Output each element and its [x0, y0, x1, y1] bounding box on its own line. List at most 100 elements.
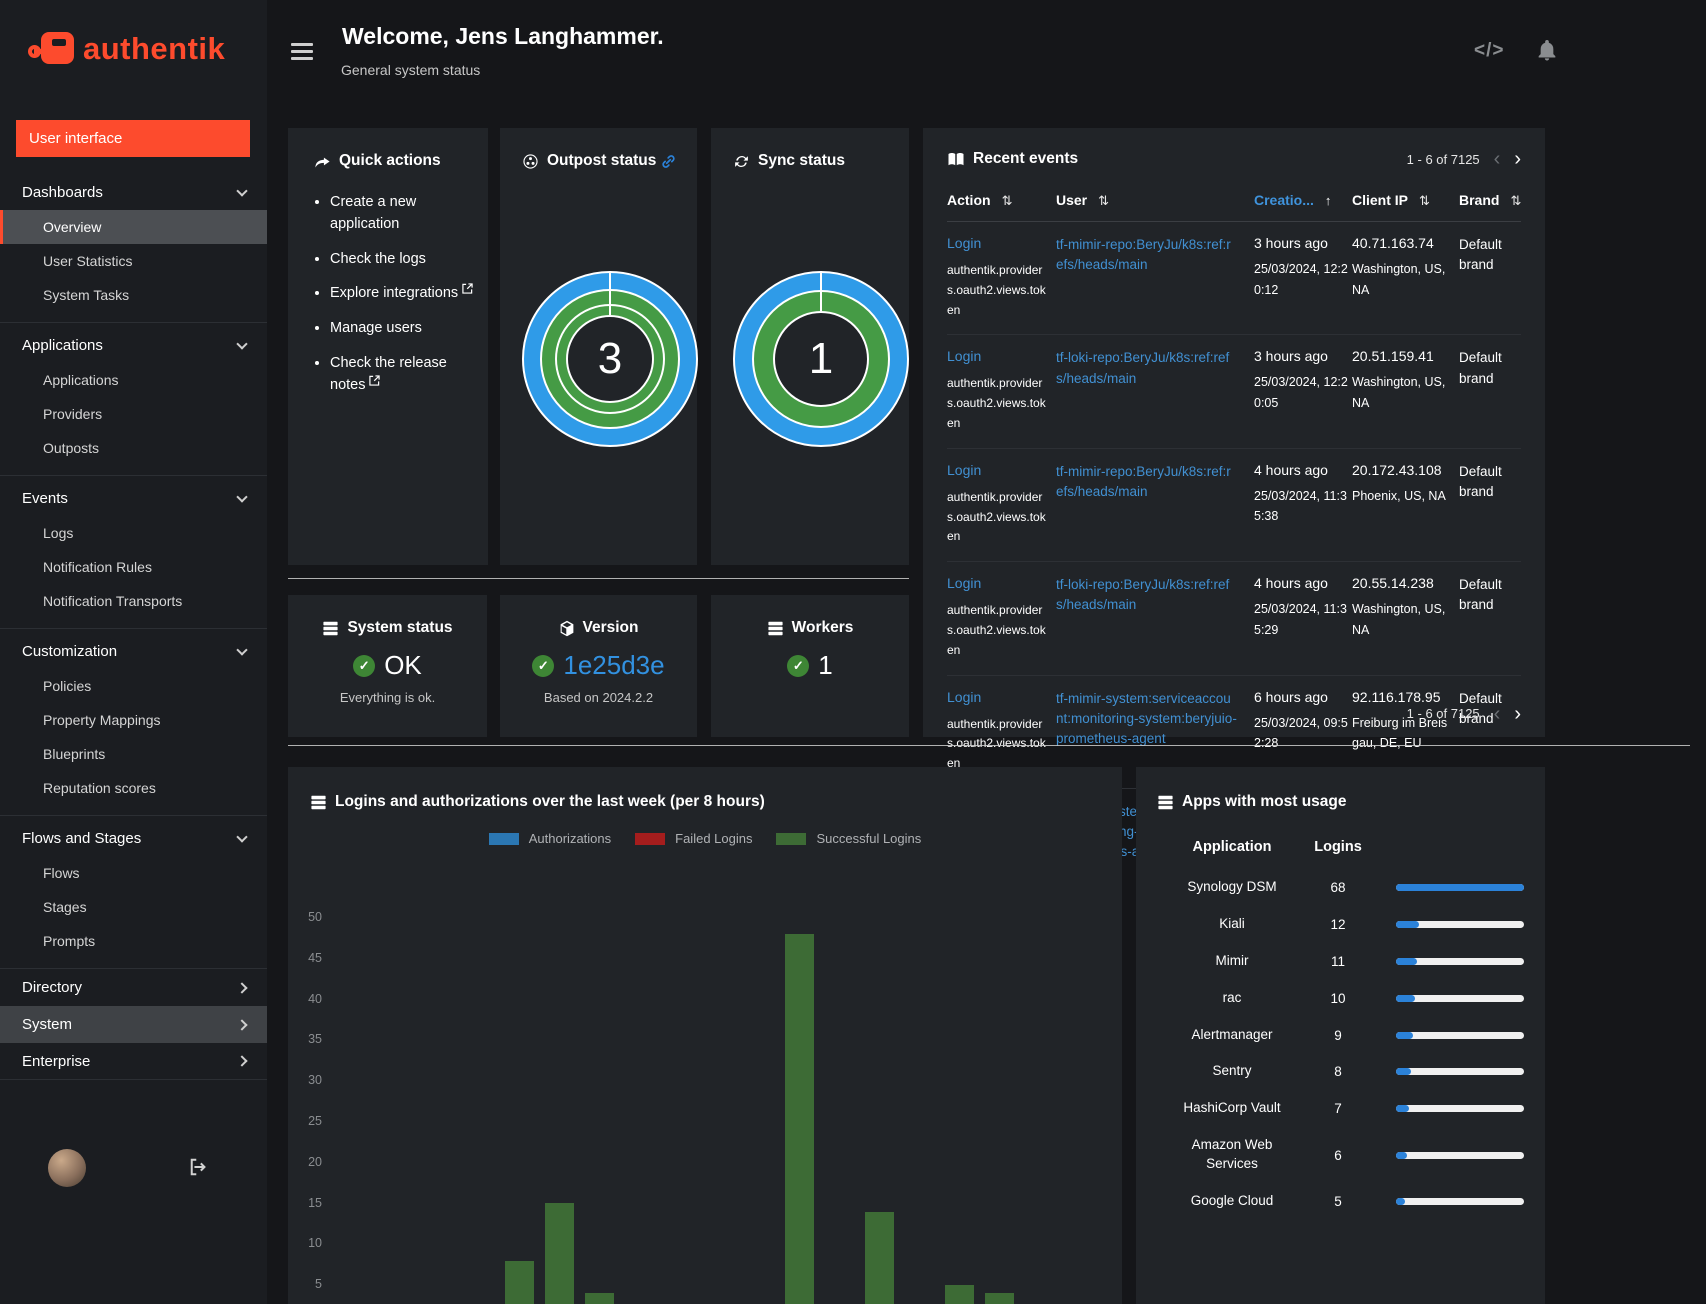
sidebar-section-directory[interactable]: Directory — [0, 969, 267, 1006]
y-axis-tick: 30 — [308, 1073, 322, 1088]
sidebar-item-notification-rules[interactable]: Notification Rules — [0, 550, 267, 584]
sidebar-section-system[interactable]: System — [0, 1006, 267, 1043]
event-action-link[interactable]: Login — [947, 235, 981, 251]
bundle-icon — [559, 620, 575, 637]
event-user-link[interactable]: tf-mimir-system:serviceaccount:monitorin… — [1056, 689, 1254, 750]
event-context: authentik.providers.oauth2.views.token — [947, 603, 1046, 657]
sidebar-item-outposts[interactable]: Outposts — [0, 431, 267, 465]
quick-action-create-a-new-application[interactable]: Create a new application — [330, 192, 474, 236]
event-age: 3 hours ago — [1254, 235, 1328, 251]
event-row: Login authentik.providers.oauth2.views.to… — [947, 562, 1521, 676]
app-usage-progressbar — [1396, 1151, 1524, 1159]
version-card: Version ✓ 1e25d3e Based on 2024.2.2 — [500, 595, 697, 737]
event-action-cell: Login authentik.providers.oauth2.views.to… — [947, 348, 1056, 433]
notifications-bell-icon[interactable] — [1537, 39, 1557, 61]
legend-label: Authorizations — [528, 831, 612, 846]
y-axis-tick: 35 — [308, 1032, 322, 1047]
quick-action-label: Check the release notes — [330, 354, 447, 393]
sidebar-item-reputation-scores[interactable]: Reputation scores — [0, 771, 267, 805]
event-user-link[interactable]: tf-loki-repo:BeryJu/k8s:ref:refs/heads/m… — [1056, 348, 1254, 389]
events-col-creatio[interactable]: Creatio... ↑ — [1254, 168, 1352, 222]
event-brand-cell: Default brand — [1459, 577, 1502, 613]
event-brand-cell: Default brand — [1459, 350, 1502, 386]
quick-actions-list: Create a new application Check the logs Ex… — [330, 192, 474, 396]
version-detail: Based on 2024.2.2 — [543, 690, 654, 705]
sidebar-section-enterprise[interactable]: Enterprise — [0, 1043, 267, 1080]
pagination-prev-icon[interactable]: ‹ — [1494, 149, 1501, 169]
sort-icon[interactable]: ⇅ — [1002, 193, 1013, 208]
sync-status-title: Sync status — [758, 152, 846, 169]
sidebar-item-prompts[interactable]: Prompts — [0, 924, 267, 958]
brand-name: authentik — [83, 31, 226, 66]
quick-action-check-the-release-notes[interactable]: Check the release notes — [330, 353, 474, 397]
sidebar-item-overview[interactable]: Overview — [0, 210, 267, 244]
sidebar-section-toggle-flows-and-stages[interactable]: Flows and Stages — [0, 820, 267, 856]
event-user-link[interactable]: tf-mimir-repo:BeryJu/k8s:ref:refs/heads/… — [1056, 462, 1254, 503]
quick-action-check-the-logs[interactable]: Check the logs — [330, 249, 474, 271]
event-geo: Washington, US, NA — [1352, 602, 1446, 637]
sidebar-item-policies[interactable]: Policies — [0, 669, 267, 703]
event-action-link[interactable]: Login — [947, 462, 981, 478]
sidebar-item-user-statistics[interactable]: User Statistics — [0, 244, 267, 278]
pagination-next-icon[interactable]: › — [1514, 704, 1521, 724]
event-geo: Washington, US, NA — [1352, 375, 1446, 411]
quick-action-label: Explore integrations — [330, 285, 459, 302]
chevron-right-icon — [236, 981, 248, 994]
event-timestamp: 25/03/2024, 11:35:29 — [1254, 602, 1347, 637]
event-action-link[interactable]: Login — [947, 689, 981, 705]
external-link-icon — [369, 374, 381, 386]
sidebar-section-toggle-dashboards[interactable]: Dashboards — [0, 174, 267, 210]
api-code-icon[interactable]: </> — [1474, 40, 1504, 62]
event-action-link[interactable]: Login — [947, 348, 981, 364]
event-context: authentik.providers.oauth2.views.token — [947, 489, 1046, 544]
event-user-link[interactable]: tf-mimir-repo:BeryJu/k8s:ref:refs/heads/… — [1056, 235, 1254, 276]
events-col-user[interactable]: User ⇅ — [1056, 168, 1254, 222]
sidebar-item-applications[interactable]: Applications — [0, 363, 267, 397]
app-usage-progressbar — [1396, 1105, 1524, 1113]
events-col-client-ip[interactable]: Client IP ⇅ — [1352, 168, 1459, 222]
sidebar-item-flows[interactable]: Flows — [0, 856, 267, 890]
sidebar-item-notification-transports[interactable]: Notification Transports — [0, 584, 267, 618]
sidebar-item-stages[interactable]: Stages — [0, 890, 267, 924]
sidebar-section-toggle-events[interactable]: Events — [0, 480, 267, 516]
user-interface-button[interactable]: User interface — [16, 120, 250, 157]
sidebar-item-system-tasks[interactable]: System Tasks — [0, 278, 267, 312]
outpost-link-icon[interactable] — [660, 153, 677, 170]
events-table-header: Action ⇅ User ⇅ Creatio... ↑ Client IP ⇅ Brand ⇅ — [947, 168, 1521, 222]
sidebar-section-toggle-applications[interactable]: Applications — [0, 327, 267, 363]
legend-swatch — [635, 832, 666, 845]
event-action-link[interactable]: Login — [947, 575, 981, 591]
y-axis-tick: 40 — [308, 991, 322, 1006]
events-col-brand[interactable]: Brand ⇅ — [1459, 168, 1521, 222]
events-pagination-top: 1 - 6 of 7125 ‹ › — [1407, 149, 1521, 169]
y-axis-tick: 10 — [308, 1236, 322, 1251]
sidebar-item-logs[interactable]: Logs — [0, 516, 267, 550]
sidebar-item-blueprints[interactable]: Blueprints — [0, 737, 267, 771]
sidebar-item-property-mappings[interactable]: Property Mappings — [0, 703, 267, 737]
event-user-link[interactable]: tf-loki-repo:BeryJu/k8s:ref:refs/heads/m… — [1056, 575, 1254, 616]
chevron-right-icon — [236, 1018, 248, 1031]
pagination-prev-icon[interactable]: ‹ — [1494, 704, 1501, 724]
quick-action-manage-users[interactable]: Manage users — [330, 318, 474, 340]
menu-icon[interactable] — [291, 43, 313, 64]
sort-icon[interactable]: ⇅ — [1510, 193, 1521, 208]
version-value[interactable]: 1e25d3e — [563, 650, 664, 681]
column-label: Action — [947, 192, 991, 208]
chart-bar — [944, 1285, 974, 1304]
column-label: User — [1056, 192, 1088, 208]
app-usage-progressbar — [1396, 957, 1524, 965]
event-action-cell: Login authentik.providers.oauth2.views.to… — [947, 235, 1056, 320]
sort-icon[interactable]: ⇅ — [1419, 193, 1430, 208]
event-action-cell: Login authentik.providers.oauth2.views.to… — [947, 575, 1056, 660]
sidebar-item-providers[interactable]: Providers — [0, 397, 267, 431]
sidebar-section-toggle-customization[interactable]: Customization — [0, 633, 267, 669]
check-circle-icon: ✓ — [787, 654, 810, 677]
pagination-next-icon[interactable]: › — [1514, 149, 1521, 169]
sort-asc-icon[interactable]: ↑ — [1325, 193, 1332, 208]
logout-icon[interactable] — [188, 1157, 210, 1177]
sort-icon[interactable]: ⇅ — [1098, 193, 1109, 208]
events-col-action[interactable]: Action ⇅ — [947, 168, 1056, 222]
quick-action-explore-integrations[interactable]: Explore integrations — [330, 283, 474, 305]
event-row: Login authentik.providers.oauth2.views.to… — [947, 222, 1521, 336]
avatar[interactable] — [48, 1149, 86, 1187]
